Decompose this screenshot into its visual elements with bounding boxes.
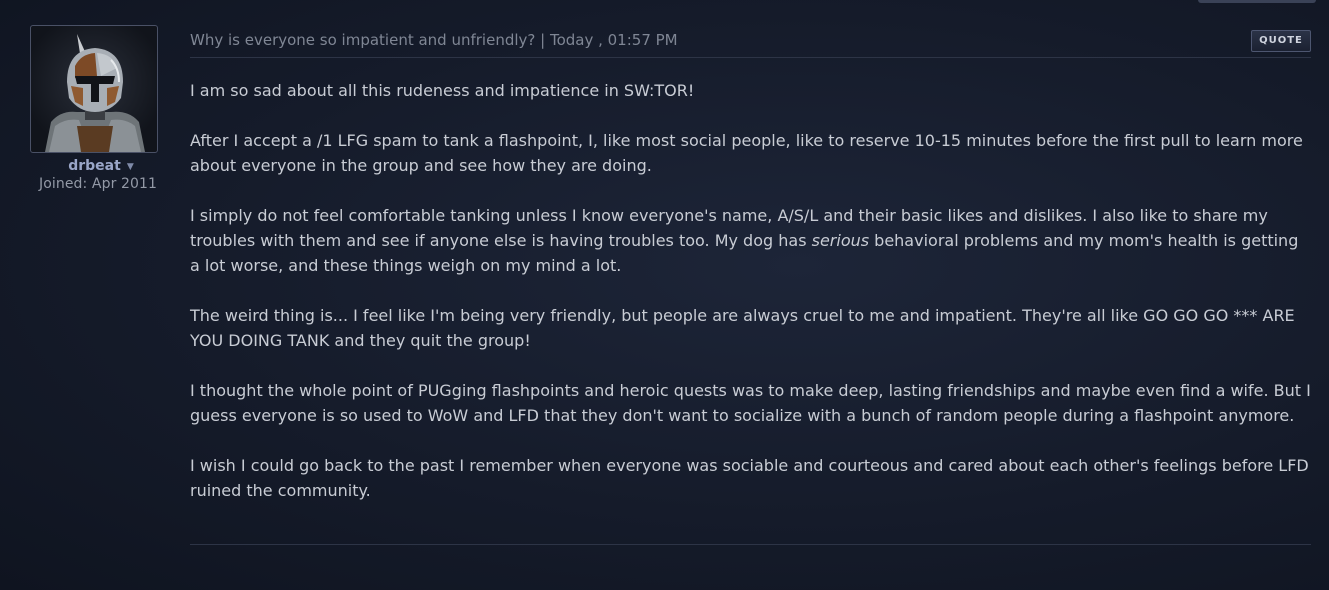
quote-button[interactable]: QUOTE: [1251, 30, 1311, 52]
avatar[interactable]: [30, 25, 158, 153]
post-paragraph: I simply do not feel comfortable tanking…: [190, 203, 1311, 278]
post-footer-divider: [190, 544, 1311, 545]
post-paragraph: I am so sad about all this rudeness and …: [190, 81, 695, 100]
post-body: I am so sad about all this rudeness and …: [190, 58, 1311, 503]
post-header: Why is everyone so impatient and unfrien…: [190, 26, 1311, 58]
forum-post: Why is everyone so impatient and unfrien…: [190, 26, 1311, 503]
emphasized-text: serious: [811, 231, 870, 250]
armored-helmet-avatar-icon: [45, 34, 145, 152]
post-paragraph: After I accept a /1 LFG spam to tank a f…: [190, 131, 1303, 175]
chevron-down-icon[interactable]: ▼: [127, 162, 134, 172]
post-author-panel: drbeat ▼ Joined: Apr 2011: [28, 25, 168, 192]
post-paragraph: The weird thing is... I feel like I'm be…: [190, 306, 1295, 350]
join-date: Joined: Apr 2011: [38, 176, 158, 192]
username-link[interactable]: drbeat: [68, 158, 121, 174]
post-title: Why is everyone so impatient and unfrien…: [190, 31, 678, 49]
post-paragraph: I wish I could go back to the past I rem…: [190, 456, 1309, 500]
username-row[interactable]: drbeat ▼: [28, 158, 168, 174]
previous-post-edge: [1198, 0, 1316, 3]
post-paragraph: I thought the whole point of PUGging fla…: [190, 381, 1311, 425]
